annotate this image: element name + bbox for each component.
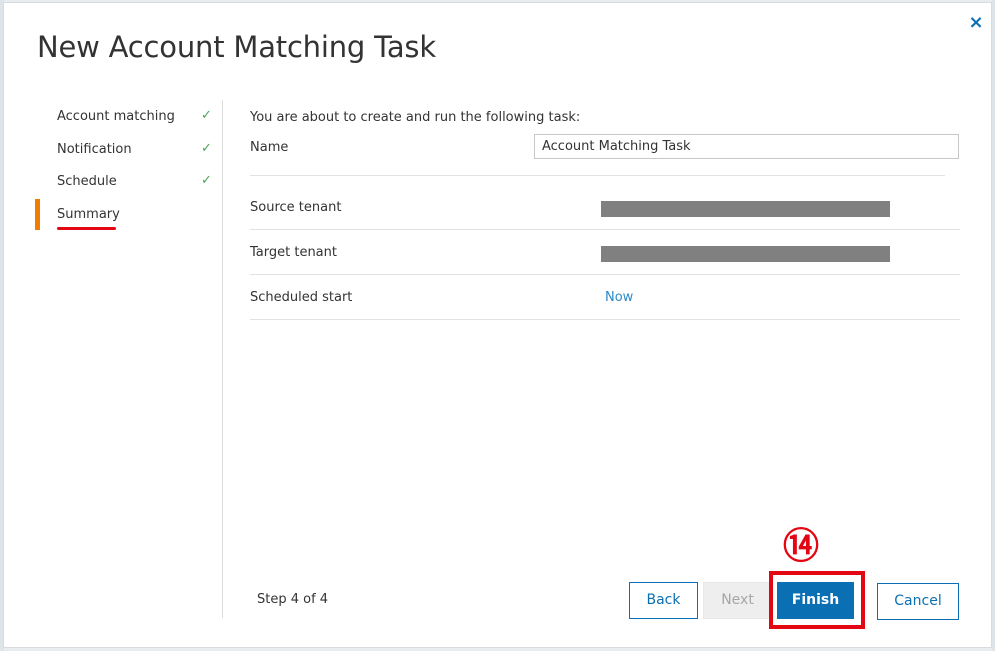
check-icon: ✓ xyxy=(201,140,212,156)
divider xyxy=(250,175,945,176)
summary-row-scheduled-start: Scheduled start Now xyxy=(250,275,960,320)
nav-item-label: Schedule xyxy=(57,174,117,189)
task-name-field[interactable]: Account Matching Task xyxy=(534,134,959,159)
annotation-step-number: ⑭ xyxy=(782,525,819,567)
redacted-value xyxy=(601,201,890,217)
nav-item-notification[interactable]: Notification ✓ xyxy=(34,134,224,167)
wizard-steps-nav: Account matching ✓ Notification ✓ Schedu… xyxy=(34,101,224,231)
close-icon[interactable]: × xyxy=(966,13,986,33)
row-label: Scheduled start xyxy=(250,290,353,305)
check-icon: ✓ xyxy=(201,173,212,188)
scheduled-start-value: Now xyxy=(605,290,634,305)
back-button[interactable]: Back xyxy=(629,582,698,619)
active-step-marker xyxy=(35,198,40,230)
summary-intro: You are about to create and run the foll… xyxy=(250,110,581,125)
new-account-matching-task-dialog: × New Account Matching Task Account matc… xyxy=(3,2,992,648)
name-label: Name xyxy=(250,140,289,155)
check-icon: ✓ xyxy=(201,108,212,123)
row-label: Target tenant xyxy=(250,245,337,260)
nav-item-summary[interactable]: Summary xyxy=(34,198,224,232)
nav-item-label: Summary xyxy=(57,206,120,222)
next-button: Next xyxy=(703,582,772,619)
redacted-value xyxy=(601,246,890,262)
summary-row-source-tenant: Source tenant xyxy=(250,185,960,230)
row-label: Source tenant xyxy=(250,200,342,215)
cancel-button[interactable]: Cancel xyxy=(877,583,959,620)
nav-item-label: Notification xyxy=(57,141,132,157)
nav-item-schedule[interactable]: Schedule ✓ xyxy=(34,166,224,199)
annotation-underline xyxy=(57,226,116,230)
nav-divider xyxy=(222,100,223,618)
step-indicator: Step 4 of 4 xyxy=(257,592,329,607)
summary-row-target-tenant: Target tenant xyxy=(250,230,960,275)
nav-item-label: Account matching xyxy=(57,109,175,124)
nav-item-account-matching[interactable]: Account matching ✓ xyxy=(34,101,224,134)
dialog-title: New Account Matching Task xyxy=(37,30,436,64)
annotation-highlight-box xyxy=(769,571,865,629)
